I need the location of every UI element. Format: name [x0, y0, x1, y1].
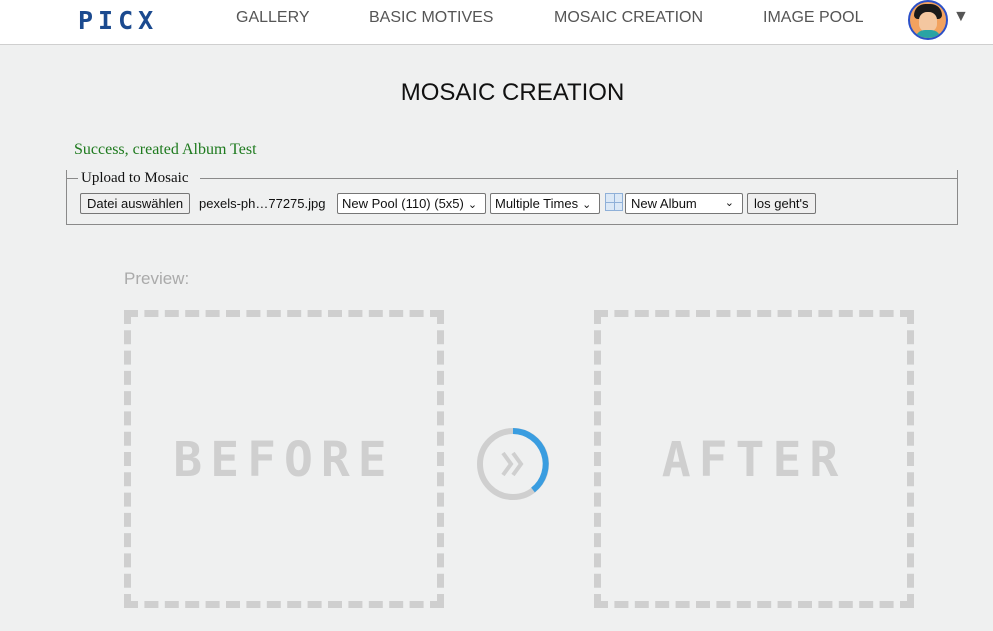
success-message: Success, created Album Test [74, 141, 257, 158]
user-avatar[interactable] [908, 0, 948, 40]
submit-button[interactable]: los geht's [747, 193, 816, 214]
top-nav: PICX GALLERY BASIC MOTIVES MOSAIC CREATI… [0, 0, 993, 45]
loading-spinner-icon [477, 428, 549, 500]
album-grid-icon [605, 193, 623, 211]
upload-legend: Upload to Mosaic [81, 170, 189, 186]
page-title: MOSAIC CREATION [400, 79, 625, 106]
nav-gallery[interactable]: GALLERY [236, 9, 310, 27]
selected-file-name: pexels-ph…77275.jpg [199, 196, 326, 211]
times-select-value: Multiple Times [495, 196, 579, 211]
album-select-value: New Album [631, 196, 697, 211]
pool-select[interactable]: New Pool (110) (5x5) ⌄ [337, 193, 486, 214]
after-placeholder-text: AFTER [661, 432, 847, 488]
times-select[interactable]: Multiple Times ⌄ [490, 193, 600, 214]
picx-logo[interactable]: PICX [78, 6, 158, 35]
nav-basic-motives[interactable]: BASIC MOTIVES [369, 9, 493, 27]
nav-image-pool[interactable]: IMAGE POOL [763, 9, 863, 27]
chevron-down-icon: ⌄ [724, 197, 734, 209]
user-menu-caret-icon[interactable]: ▼ [953, 8, 969, 26]
album-select[interactable]: New Album ⌄ [625, 193, 743, 214]
before-placeholder-text: BEFORE [173, 432, 395, 488]
file-choose-button[interactable]: Datei auswählen [80, 193, 191, 214]
chevron-down-icon: ⌄ [467, 199, 478, 211]
chevron-down-icon: ⌄ [582, 199, 592, 211]
preview-label: Preview: [124, 269, 190, 288]
pool-select-value: New Pool (110) (5x5) [342, 196, 464, 211]
nav-mosaic-creation[interactable]: MOSAIC CREATION [554, 9, 703, 27]
